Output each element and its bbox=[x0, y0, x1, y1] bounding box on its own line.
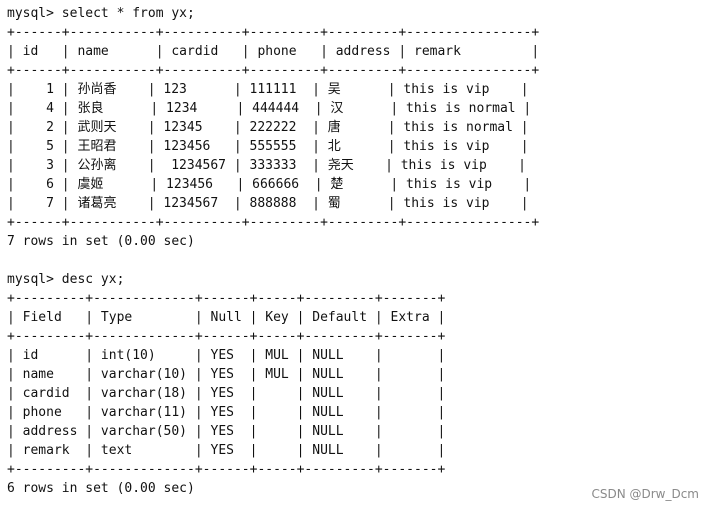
table-row: | 2 | 武则天 | 12345 | 222222 | 唐 | this is… bbox=[7, 120, 529, 135]
prompt-line: mysql> select * from yx; bbox=[7, 6, 195, 21]
prompt-line: mysql> desc yx; bbox=[7, 272, 125, 287]
result-summary: 7 rows in set (0.00 sec) bbox=[7, 234, 195, 249]
table-row: | 6 | 虞姬 | 123456 | 666666 | 楚 | this is… bbox=[7, 177, 532, 192]
table-border: +------+-----------+----------+---------… bbox=[7, 215, 540, 230]
table-row: | address | varchar(50) | YES | | NULL |… bbox=[7, 424, 446, 439]
table-row: | 3 | 公孙离 | 1234567 | 333333 | 尧天 | this… bbox=[7, 158, 526, 173]
table-row: | remark | text | YES | | NULL | | bbox=[7, 443, 446, 458]
table-row: | 4 | 张良 | 1234 | 444444 | 汉 | this is n… bbox=[7, 101, 532, 116]
table-header: | id | name | cardid | phone | address |… bbox=[7, 44, 540, 59]
table-border: +---------+-------------+------+-----+--… bbox=[7, 462, 446, 477]
table-row: | 1 | 孙尚香 | 123 | 111111 | 吴 | this is v… bbox=[7, 82, 529, 97]
table-header: | Field | Type | Null | Key | Default | … bbox=[7, 310, 446, 325]
table-row: | id | int(10) | YES | MUL | NULL | | bbox=[7, 348, 446, 363]
table-border: +------+-----------+----------+---------… bbox=[7, 25, 540, 40]
table-border: +---------+-------------+------+-----+--… bbox=[7, 329, 446, 344]
table-row: | name | varchar(10) | YES | MUL | NULL … bbox=[7, 367, 446, 382]
table-row: | 7 | 诸葛亮 | 1234567 | 888888 | 蜀 | this … bbox=[7, 196, 529, 211]
table-row: | 5 | 王昭君 | 123456 | 555555 | 北 | this i… bbox=[7, 139, 529, 154]
terminal-output: mysql> select * from yx; +------+-------… bbox=[7, 4, 707, 504]
watermark-text: CSDN @Drw_Dcm bbox=[591, 487, 699, 501]
table-border: +------+-----------+----------+---------… bbox=[7, 63, 540, 78]
table-row: | cardid | varchar(18) | YES | | NULL | … bbox=[7, 386, 446, 401]
table-border: +---------+-------------+------+-----+--… bbox=[7, 291, 446, 306]
table-row: | phone | varchar(11) | YES | | NULL | | bbox=[7, 405, 446, 420]
